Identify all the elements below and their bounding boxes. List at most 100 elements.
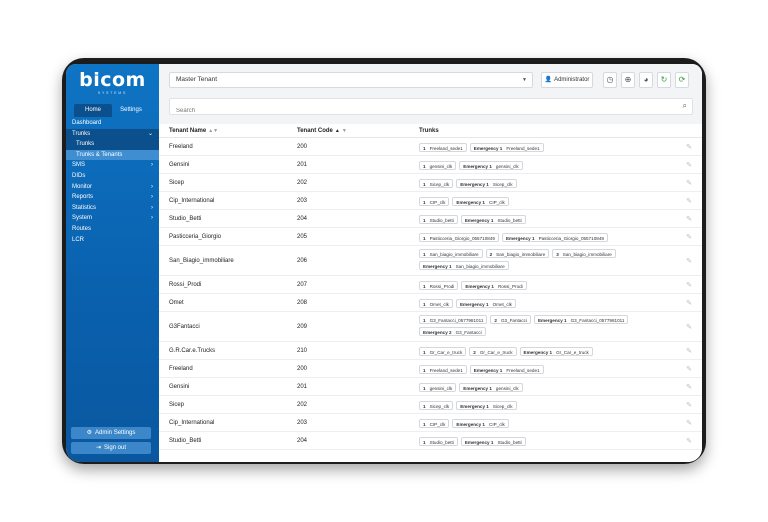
sync-icon[interactable]: ⟳ (675, 72, 689, 88)
trunk-badge: 1 CIP_clk (419, 196, 450, 206)
trunk-name: gensini_clk (429, 163, 453, 169)
trunk-badge: Emergency 1 Studio_betti (460, 214, 526, 224)
tenant-code-cell: 203 (297, 197, 308, 204)
trunk-badge: Emergency 1 Pasticceria_Giorgio_055710849 (501, 232, 608, 242)
sidebar: bicom SYSTEMS Home Settings Dashboard Tru… (66, 64, 159, 462)
chevron-right-icon: › (151, 194, 153, 201)
sidebar-item-monitor[interactable]: Monitor › (66, 182, 159, 193)
trunk-priority: Emergency 1 (423, 264, 452, 269)
trunk-name: Pasticceria_Giorgio_055710849 (429, 235, 495, 241)
trunk-badge: 1 Rossi_Prodi (419, 280, 459, 290)
edit-icon[interactable]: ✎ (686, 281, 692, 289)
search-input[interactable] (170, 103, 670, 119)
user-menu-button[interactable]: 👤 Administrator (541, 72, 593, 88)
sidebar-item-trunks[interactable]: Trunks ⌄ (66, 128, 159, 140)
trunk-priority: Emergency 1 (463, 163, 492, 169)
trunk-priority: 1 (423, 318, 426, 323)
table-row[interactable]: Rossi_Prodi 207 1 Rossi_Prodi Emergency 1 Ros… (159, 276, 702, 294)
sidebar-item-dids[interactable]: DIDs (66, 171, 159, 182)
sidebar-item-system[interactable]: System › (66, 213, 159, 224)
table-row[interactable]: Gensini 201 1 gensini_clk Emergency 1 gensini… (159, 156, 702, 174)
edit-icon[interactable]: ✎ (686, 437, 692, 445)
trunk-badge: 1 Freeland_sede1 (419, 142, 467, 152)
edit-icon[interactable]: ✎ (686, 233, 692, 241)
table-row[interactable]: Gensini 201 1 gensini_clk Emergency 1 gensini… (159, 378, 702, 396)
lifebuoy-icon[interactable]: ⊕ (621, 72, 635, 88)
edit-icon[interactable]: ✎ (686, 299, 692, 307)
edit-icon[interactable]: ✎ (686, 419, 692, 427)
tenant-name-cell: G3Fantacci (169, 323, 200, 330)
trunk-badge: Emergency 1 Gr_Car_e_truck (519, 346, 593, 356)
sidebar-item-trunks-tenants[interactable]: Trunks & Tenants (66, 149, 159, 161)
header-tenant-name[interactable]: Tenant Name ▲▼ (169, 128, 218, 134)
edit-icon[interactable]: ✎ (686, 215, 692, 223)
table-row[interactable]: Pasticceria_Giorgio 205 1 Pasticceria_Giorg… (159, 228, 702, 246)
sidebar-item-routes[interactable]: Routes (66, 224, 159, 235)
tenant-select[interactable]: Master Tenant ▼ (169, 72, 533, 88)
trunk-badge: Emergency 2 G3_Fantacci (419, 327, 486, 336)
table-row[interactable]: Studio_Betti 204 1 Studio_betti Emergency 1S… (159, 432, 702, 450)
header-tenant-code[interactable]: Tenant Code ▲ ▼ (297, 128, 347, 134)
table-row[interactable]: Studio_Betti 204 1 Studio_betti Emergency 1S… (159, 210, 702, 228)
edit-icon[interactable]: ✎ (686, 161, 692, 169)
edit-icon[interactable]: ✎ (686, 347, 692, 355)
trunk-name: Sicep_clk (429, 403, 450, 409)
edit-icon[interactable]: ✎ (686, 365, 692, 373)
table-row[interactable]: Cip_International 203 1 CIP_clk Emergency 1C… (159, 414, 702, 432)
gears-icon: ⚙ (86, 430, 93, 436)
sidebar-item-reports[interactable]: Reports › (66, 192, 159, 203)
tab-home[interactable]: Home (74, 104, 112, 117)
edit-icon[interactable]: ✎ (686, 143, 692, 151)
edit-icon[interactable]: ✎ (686, 383, 692, 391)
trunk-priority: 1 (423, 145, 426, 151)
sign-out-button[interactable]: ⇥ Sign out (71, 442, 151, 454)
tenant-code-cell: 210 (297, 347, 308, 354)
table-row[interactable]: Sicep 202 1 Sicep_clk Emergency 1 Sicep_clk ✎ (159, 174, 702, 192)
table-row[interactable]: Sicep 202 1 Sicep_clk Emergency 1 Sicep_clk ✎ (159, 396, 702, 414)
table-row[interactable]: G.R.Car.e.Trucks 210 1 Gr_Car_e_truck 2 Gr_Ca… (159, 342, 702, 360)
table-row[interactable]: G3Fantacci 209 1 G3_Fantacci_0577981011 2 G3_… (159, 312, 702, 342)
edit-icon[interactable]: ✎ (686, 257, 692, 265)
trunk-name: gensini_clk (495, 385, 519, 391)
clock-icon[interactable]: ◷ (603, 72, 617, 88)
sidebar-item-label: Trunks (76, 141, 95, 148)
trunk-priority: 1 (423, 439, 426, 445)
trunk-name: Freeland_sede1 (429, 367, 463, 373)
logo-text: bicom (79, 69, 146, 91)
sidebar-item-lcr[interactable]: LCR (66, 235, 159, 246)
table-row[interactable]: San_Biagio_immobiliare 206 1 San_biagio_imm… (159, 246, 702, 276)
trunk-name: Sicep_clk (492, 403, 513, 409)
trunk-badge: 1 gensini_clk (419, 160, 457, 170)
sidebar-item-sms[interactable]: SMS › (66, 160, 159, 171)
tenant-code-cell: 200 (297, 365, 308, 372)
edit-icon[interactable]: ✎ (686, 323, 692, 331)
trunks-cell: 1 Pasticceria_Giorgio_055710849 Emergency … (419, 232, 679, 242)
trunk-name: gensini_clk (495, 163, 519, 169)
admin-settings-button[interactable]: ⚙ Admin Settings (71, 427, 151, 439)
table-row[interactable]: Cip_International 203 1 CIP_clk Emergency 1C… (159, 192, 702, 210)
trunk-badge: 1 San_biagio_immobiliare (419, 249, 483, 258)
sidebar-item-label: Trunks & Tenants (76, 151, 123, 158)
trunk-badge: 1 Sicep_clk (419, 400, 454, 410)
tenant-name-cell: Studio_Betti (169, 437, 202, 444)
trunks-cell: 1 Studio_betti Emergency 1 Studio_betti (419, 214, 679, 224)
table-row[interactable]: Freeland 200 1 Freeland_sede1 Emergency 1 Fre… (159, 138, 702, 156)
trunk-priority: 1 (423, 403, 426, 409)
search-icon[interactable]: ⌕ (683, 101, 687, 111)
trunk-name: G3_Fantacci (455, 330, 482, 335)
table-row[interactable]: Freeland 200 1 Freeland_sede1 Emergency 1 Fre… (159, 360, 702, 378)
trunk-name: Gr_Car_e_truck (429, 349, 463, 355)
table-row[interactable]: Omet 208 1 Omet_clk Emergency 1 Omet_clk ✎ (159, 294, 702, 312)
trunk-name: Gr_Car_e_truck (479, 349, 513, 355)
sidebar-item-statistics[interactable]: Statistics › (66, 203, 159, 214)
bicom-logo[interactable]: bicom SYSTEMS (66, 70, 159, 95)
tab-settings[interactable]: Settings (112, 104, 150, 117)
reload-icon[interactable]: ↻ (657, 72, 671, 88)
globe-icon[interactable]: ◕ (639, 72, 653, 88)
trunk-name: Pasticceria_Giorgio_055710849 (538, 235, 604, 241)
edit-icon[interactable]: ✎ (686, 197, 692, 205)
edit-icon[interactable]: ✎ (686, 401, 692, 409)
sidebar-item-trunks[interactable]: Trunks (66, 139, 159, 150)
edit-icon[interactable]: ✎ (686, 179, 692, 187)
sidebar-item-dashboard[interactable]: Dashboard (66, 118, 159, 129)
